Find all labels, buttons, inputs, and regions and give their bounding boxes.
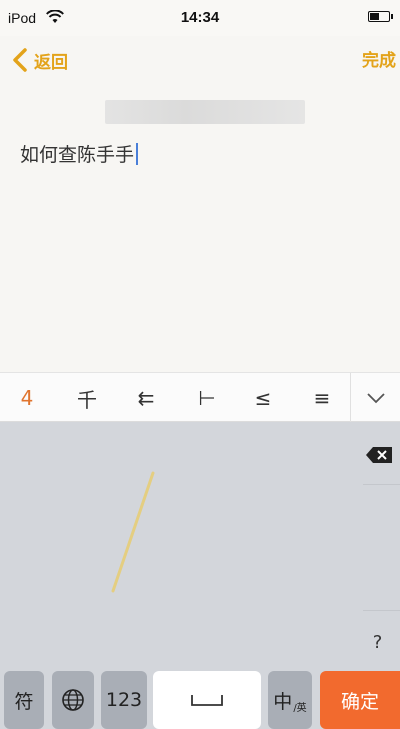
symbol-key[interactable]: 符 bbox=[4, 671, 44, 729]
keyboard-side-column: ? bbox=[355, 422, 400, 667]
handwriting-stroke bbox=[111, 471, 155, 593]
backspace-icon bbox=[366, 447, 392, 463]
space-icon bbox=[191, 695, 223, 706]
status-bar: iPod 14:34 bbox=[0, 0, 400, 36]
language-switch-key[interactable]: 中/英 bbox=[268, 671, 312, 729]
text-caret bbox=[136, 142, 139, 165]
handwriting-keyboard: ? 符 123 中/英 确定 bbox=[0, 422, 400, 729]
chevron-down-icon bbox=[366, 393, 385, 404]
keyboard-bottom-row: 符 123 中/英 确定 bbox=[0, 671, 400, 729]
numbers-key[interactable]: 123 bbox=[101, 671, 147, 729]
candidate-item[interactable]: 千 bbox=[62, 373, 112, 423]
language-key-main: 中 bbox=[273, 690, 293, 713]
handwriting-area[interactable] bbox=[0, 422, 355, 667]
back-label: 返回 bbox=[34, 52, 68, 73]
status-time: 14:34 bbox=[180, 9, 220, 26]
battery-icon bbox=[368, 11, 393, 22]
date-header-blurred bbox=[105, 100, 305, 124]
candidate-item[interactable]: 4 bbox=[2, 373, 52, 423]
candidate-item[interactable]: ≤ bbox=[238, 373, 288, 423]
divider bbox=[363, 484, 400, 485]
note-editor[interactable]: 如何查陈手手 bbox=[0, 84, 400, 372]
note-text-content: 如何查陈手手 bbox=[20, 144, 135, 166]
candidate-item[interactable]: ⇇ bbox=[121, 373, 171, 423]
note-text[interactable]: 如何查陈手手 bbox=[20, 140, 139, 167]
language-key-sub: /英 bbox=[293, 702, 307, 714]
collapse-candidates-button[interactable] bbox=[350, 373, 400, 423]
nav-bar: 返回 完成 bbox=[0, 36, 400, 84]
question-mark-key[interactable]: ? bbox=[355, 627, 400, 657]
divider bbox=[363, 610, 400, 611]
done-button[interactable]: 完成 bbox=[362, 46, 396, 71]
confirm-key[interactable]: 确定 bbox=[320, 671, 400, 729]
globe-key[interactable] bbox=[52, 671, 94, 729]
chevron-left-icon bbox=[13, 48, 27, 72]
space-key[interactable] bbox=[153, 671, 261, 729]
back-button[interactable]: 返回 bbox=[10, 44, 68, 76]
candidate-bar: 4 千 ⇇ ⊢ ≤ ≡ bbox=[0, 372, 400, 423]
globe-icon bbox=[62, 689, 84, 711]
delete-button[interactable] bbox=[363, 440, 395, 470]
candidate-item[interactable]: ≡ bbox=[297, 373, 347, 423]
candidate-item[interactable]: ⊢ bbox=[182, 373, 232, 423]
